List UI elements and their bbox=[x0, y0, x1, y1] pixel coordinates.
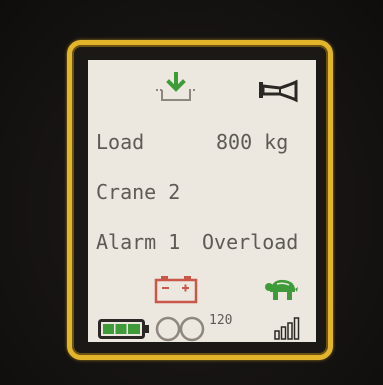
load-label: Load bbox=[96, 130, 145, 154]
download-to-tray-icon bbox=[156, 72, 196, 101]
speed-value: 120 bbox=[209, 313, 233, 328]
double-circle-icon bbox=[155, 316, 205, 342]
alarm-status: Overload bbox=[202, 230, 299, 254]
device-screen: Load 800 kg Crane 2 Alarm 1 Overload 120 bbox=[0, 0, 383, 385]
display-panel: Load 800 kg Crane 2 Alarm 1 Overload 120 bbox=[84, 56, 320, 346]
battery-level-icon bbox=[98, 319, 149, 339]
car-battery-icon bbox=[154, 276, 198, 304]
horn-icon bbox=[259, 79, 298, 103]
crane-label: Crane 2 bbox=[96, 180, 181, 204]
turtle-icon bbox=[265, 279, 298, 300]
alarm-label: Alarm 1 bbox=[96, 230, 181, 254]
load-value: 800 kg bbox=[216, 130, 289, 154]
signal-bars-icon bbox=[274, 317, 300, 340]
